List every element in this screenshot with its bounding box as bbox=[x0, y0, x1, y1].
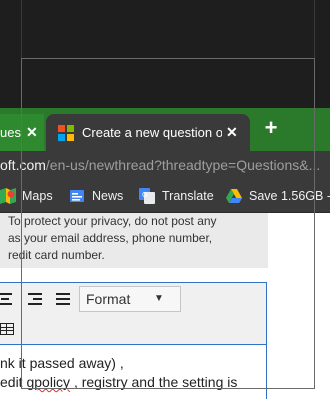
desktop-background bbox=[0, 0, 330, 108]
format-label: Format bbox=[86, 291, 131, 307]
align-center-icon bbox=[0, 293, 12, 305]
page-content: To protect your privacy, do not post any… bbox=[0, 213, 330, 399]
align-justify-icon bbox=[56, 293, 70, 305]
url-path: /en-us/newthread?threadtype=Questions&..… bbox=[45, 157, 321, 173]
align-center-button[interactable] bbox=[0, 288, 16, 310]
chevron-down-icon: ▼ bbox=[154, 293, 164, 304]
window-border bbox=[21, 0, 22, 108]
notice-line: redit card number. bbox=[8, 248, 105, 262]
notice-line: To protect your privacy, do not post any bbox=[8, 214, 217, 228]
tab-questions[interactable]: uesti ✕ bbox=[0, 114, 44, 151]
google-drive-icon bbox=[226, 189, 242, 203]
window-border bbox=[21, 58, 315, 59]
tab-create-question[interactable]: Create a new question or ✕ bbox=[46, 114, 250, 151]
google-maps-icon bbox=[0, 188, 16, 204]
spellcheck-word[interactable]: gpolicy bbox=[26, 374, 70, 390]
window-border bbox=[314, 0, 315, 108]
new-tab-button[interactable]: + bbox=[261, 116, 281, 140]
tab-label: Create a new question or bbox=[82, 125, 222, 140]
close-icon[interactable]: ✕ bbox=[26, 114, 38, 151]
google-news-icon bbox=[70, 190, 84, 202]
align-right-icon bbox=[28, 293, 42, 305]
align-justify-button[interactable] bbox=[52, 288, 74, 310]
microsoft-logo-icon bbox=[58, 125, 74, 141]
address-bar[interactable]: oft.com/en-us/newthread?threadtype=Quest… bbox=[0, 151, 330, 179]
url-text[interactable]: oft.com/en-us/newthread?threadtype=Quest… bbox=[0, 151, 320, 179]
tab-label: uesti bbox=[0, 125, 22, 140]
bookmarks-bar: Maps News G Translate Save 1.56GB - G bbox=[0, 179, 330, 213]
url-host: oft.com bbox=[0, 157, 46, 173]
notice-line: as your email address, phone number, bbox=[8, 231, 213, 245]
svg-text:G: G bbox=[142, 191, 147, 199]
bookmark-translate[interactable]: Translate bbox=[162, 179, 214, 213]
bookmark-maps[interactable]: Maps bbox=[22, 179, 53, 213]
bookmark-news[interactable]: News bbox=[92, 179, 123, 213]
rich-text-editor: Format ▼ nk it passed away) , edit gpoli… bbox=[0, 282, 267, 399]
google-translate-icon: G bbox=[139, 188, 155, 204]
bookmark-drive[interactable]: Save 1.56GB - G bbox=[249, 179, 330, 213]
body-line: edit gpolicy , registry and the setting … bbox=[0, 374, 238, 390]
format-dropdown[interactable]: Format ▼ bbox=[79, 286, 181, 312]
editor-toolbar: Format ▼ bbox=[0, 283, 266, 345]
privacy-notice: To protect your privacy, do not post any… bbox=[0, 213, 268, 268]
insert-table-icon[interactable] bbox=[0, 323, 14, 335]
body-line: nk it passed away) , bbox=[0, 355, 124, 371]
close-icon[interactable]: ✕ bbox=[226, 114, 238, 151]
align-right-button[interactable] bbox=[24, 288, 46, 310]
